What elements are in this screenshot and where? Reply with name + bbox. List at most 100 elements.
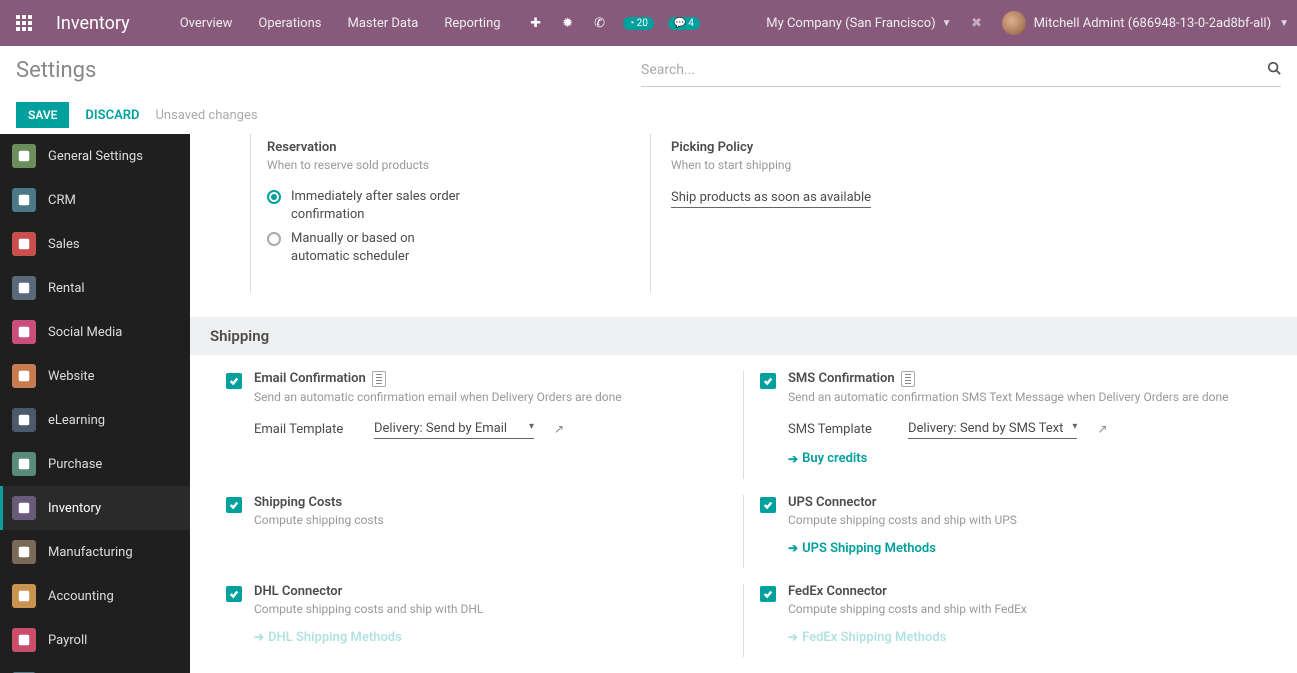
sms-template-label: SMS Template (788, 422, 888, 437)
sidebar-icon (12, 144, 36, 168)
enterprise-icon (372, 371, 386, 387)
fedex-checkbox[interactable] (760, 586, 776, 602)
sms-sub: Send an automatic confirmation SMS Text … (788, 389, 1257, 406)
sidebar-item-label: Purchase (48, 457, 102, 472)
body: General Settings CRM SalesRental Social Med… (0, 134, 1297, 673)
dhl-connector: DHL Connector Compute shipping costs and… (210, 584, 723, 657)
save-button[interactable]: SAVE (16, 102, 69, 128)
external-link-icon[interactable]: ↗ (554, 422, 564, 436)
picking-sub: When to start shipping (671, 157, 1070, 174)
chevron-down-icon: ▼ (942, 18, 952, 29)
topbar-right: My Company (San Francisco) ▼ ✖ Mitchell … (766, 11, 1289, 35)
external-link-icon[interactable]: ↗ (1097, 422, 1107, 436)
picking-select[interactable]: Ship products as soon as available (671, 188, 871, 208)
buy-credits-link[interactable]: ➔ Buy credits (788, 451, 867, 466)
company-selector[interactable]: My Company (San Francisco) ▼ (766, 16, 951, 31)
upper-grid: Reservation When to reserve sold product… (190, 134, 1297, 293)
sidebar-item-label: Website (48, 369, 95, 384)
sms-template-value: Delivery: Send by SMS Text (908, 421, 1063, 436)
bug-icon[interactable]: ✹ (559, 14, 577, 32)
nav-overview[interactable]: Overview (170, 10, 243, 37)
email-template-label: Email Template (254, 422, 354, 437)
dhl-methods-link[interactable]: ➔DHL Shipping Methods (254, 630, 402, 645)
topbar: Inventory Overview Operations Master Dat… (0, 0, 1297, 46)
timer-badge[interactable]: ◔ 20 (623, 17, 654, 30)
dhl-checkbox[interactable] (226, 586, 242, 602)
sms-confirmation-checkbox[interactable] (760, 373, 776, 389)
arrow-icon: ➔ (254, 630, 264, 644)
app-title[interactable]: Inventory (56, 13, 130, 34)
chat-badge[interactable]: 💬 4 (668, 17, 700, 30)
arrow-icon: ➔ (788, 541, 798, 555)
tools-icon[interactable]: ✖ (968, 14, 986, 32)
nav-menu: Overview Operations Master Data Reportin… (170, 10, 511, 37)
reservation-opt-manual[interactable]: Manually or based on automatic scheduler (267, 230, 610, 266)
sidebar-item-label: Payroll (48, 633, 87, 648)
unsaved-label: Unsaved changes (155, 108, 257, 123)
sidebar-item-label: CRM (48, 193, 76, 208)
sidebar-item-general-settings[interactable]: General Settings (0, 134, 190, 178)
sidebar-item-elearning[interactable]: eLearning (0, 398, 190, 442)
fedex-title: FedEx Connector (788, 584, 887, 599)
sidebar-item-manufacturing[interactable]: Manufacturing (0, 530, 190, 574)
fedex-methods-link[interactable]: ➔FedEx Shipping Methods (788, 630, 946, 645)
nav-master-data[interactable]: Master Data (337, 10, 428, 37)
ups-checkbox[interactable] (760, 497, 776, 513)
costs-sub: Compute shipping costs (254, 512, 723, 529)
avatar (1002, 11, 1026, 35)
ups-methods-link[interactable]: ➔ UPS Shipping Methods (788, 541, 936, 556)
reservation-opt-immediate[interactable]: Immediately after sales order confirmati… (267, 188, 610, 224)
fedex-link-label: FedEx Shipping Methods (802, 630, 946, 645)
email-confirmation-checkbox[interactable] (226, 373, 242, 389)
dhl-title: DHL Connector (254, 584, 342, 599)
reservation-sub: When to reserve sold products (267, 157, 610, 174)
search-input[interactable] (641, 62, 1261, 78)
sms-template-select[interactable]: Delivery: Send by SMS Text (908, 419, 1077, 439)
apps-icon[interactable] (8, 7, 40, 39)
sidebar-icon (12, 496, 36, 520)
sidebar-item-label: Accounting (48, 589, 114, 604)
sidebar-item-website[interactable]: Website (0, 354, 190, 398)
radio-label: Manually or based on automatic scheduler (291, 230, 461, 266)
action-row: SAVE DISCARD Unsaved changes (0, 94, 1297, 134)
nav-operations[interactable]: Operations (248, 10, 331, 37)
arrow-icon: ➔ (788, 452, 798, 466)
sidebar-icon (12, 540, 36, 564)
sms-title: SMS Confirmation (788, 371, 895, 386)
ups-link-label: UPS Shipping Methods (802, 541, 936, 556)
search-icon[interactable] (1261, 61, 1281, 79)
shipping-costs-checkbox[interactable] (226, 497, 242, 513)
sidebar-item-label: Manufacturing (48, 545, 133, 560)
sidebar-item-sales[interactable]: Sales (0, 222, 190, 266)
header-row: Settings (0, 46, 1297, 94)
ups-title: UPS Connector (788, 495, 876, 510)
sidebar-item-purchase[interactable]: Purchase (0, 442, 190, 486)
sidebar-item-payroll[interactable]: Payroll (0, 618, 190, 662)
company-name: My Company (San Francisco) (766, 16, 935, 31)
sidebar-item-crm[interactable]: CRM (0, 178, 190, 222)
phone-icon[interactable]: ✆ (591, 14, 609, 32)
fedex-sub: Compute shipping costs and ship with Fed… (788, 601, 1257, 618)
row-dhl-fedex: DHL Connector Compute shipping costs and… (190, 568, 1297, 657)
nav-reporting[interactable]: Reporting (434, 10, 510, 37)
row-email-sms: Email Confirmation Send an automatic con… (190, 355, 1297, 479)
section-shipping: Shipping (190, 317, 1297, 355)
sidebar-item-rental[interactable]: Rental (0, 266, 190, 310)
sidebar-item-inventory[interactable]: Inventory (0, 486, 190, 530)
fedex-connector: FedEx Connector Compute shipping costs a… (743, 584, 1257, 657)
user-selector[interactable]: Mitchell Admint (686948-13-0-2ad8bf-all)… (1002, 11, 1289, 35)
sidebar-item-project[interactable]: Project (0, 662, 190, 673)
picking-select-value: Ship products as soon as available (671, 190, 871, 205)
email-template-select[interactable]: Delivery: Send by Email (374, 419, 534, 439)
picking-title: Picking Policy (671, 140, 1070, 155)
buy-credits-label: Buy credits (802, 451, 867, 466)
sidebar-item-social-media[interactable]: Social Media (0, 310, 190, 354)
sidebar-icon (12, 276, 36, 300)
plus-icon[interactable]: ✚ (527, 14, 545, 32)
shipping-costs: Shipping Costs Compute shipping costs (210, 495, 723, 568)
dhl-sub: Compute shipping costs and ship with DHL (254, 601, 723, 618)
sidebar-item-accounting[interactable]: Accounting (0, 574, 190, 618)
discard-button[interactable]: DISCARD (85, 108, 139, 123)
sidebar-item-label: Social Media (48, 325, 122, 340)
sidebar-icon (12, 320, 36, 344)
